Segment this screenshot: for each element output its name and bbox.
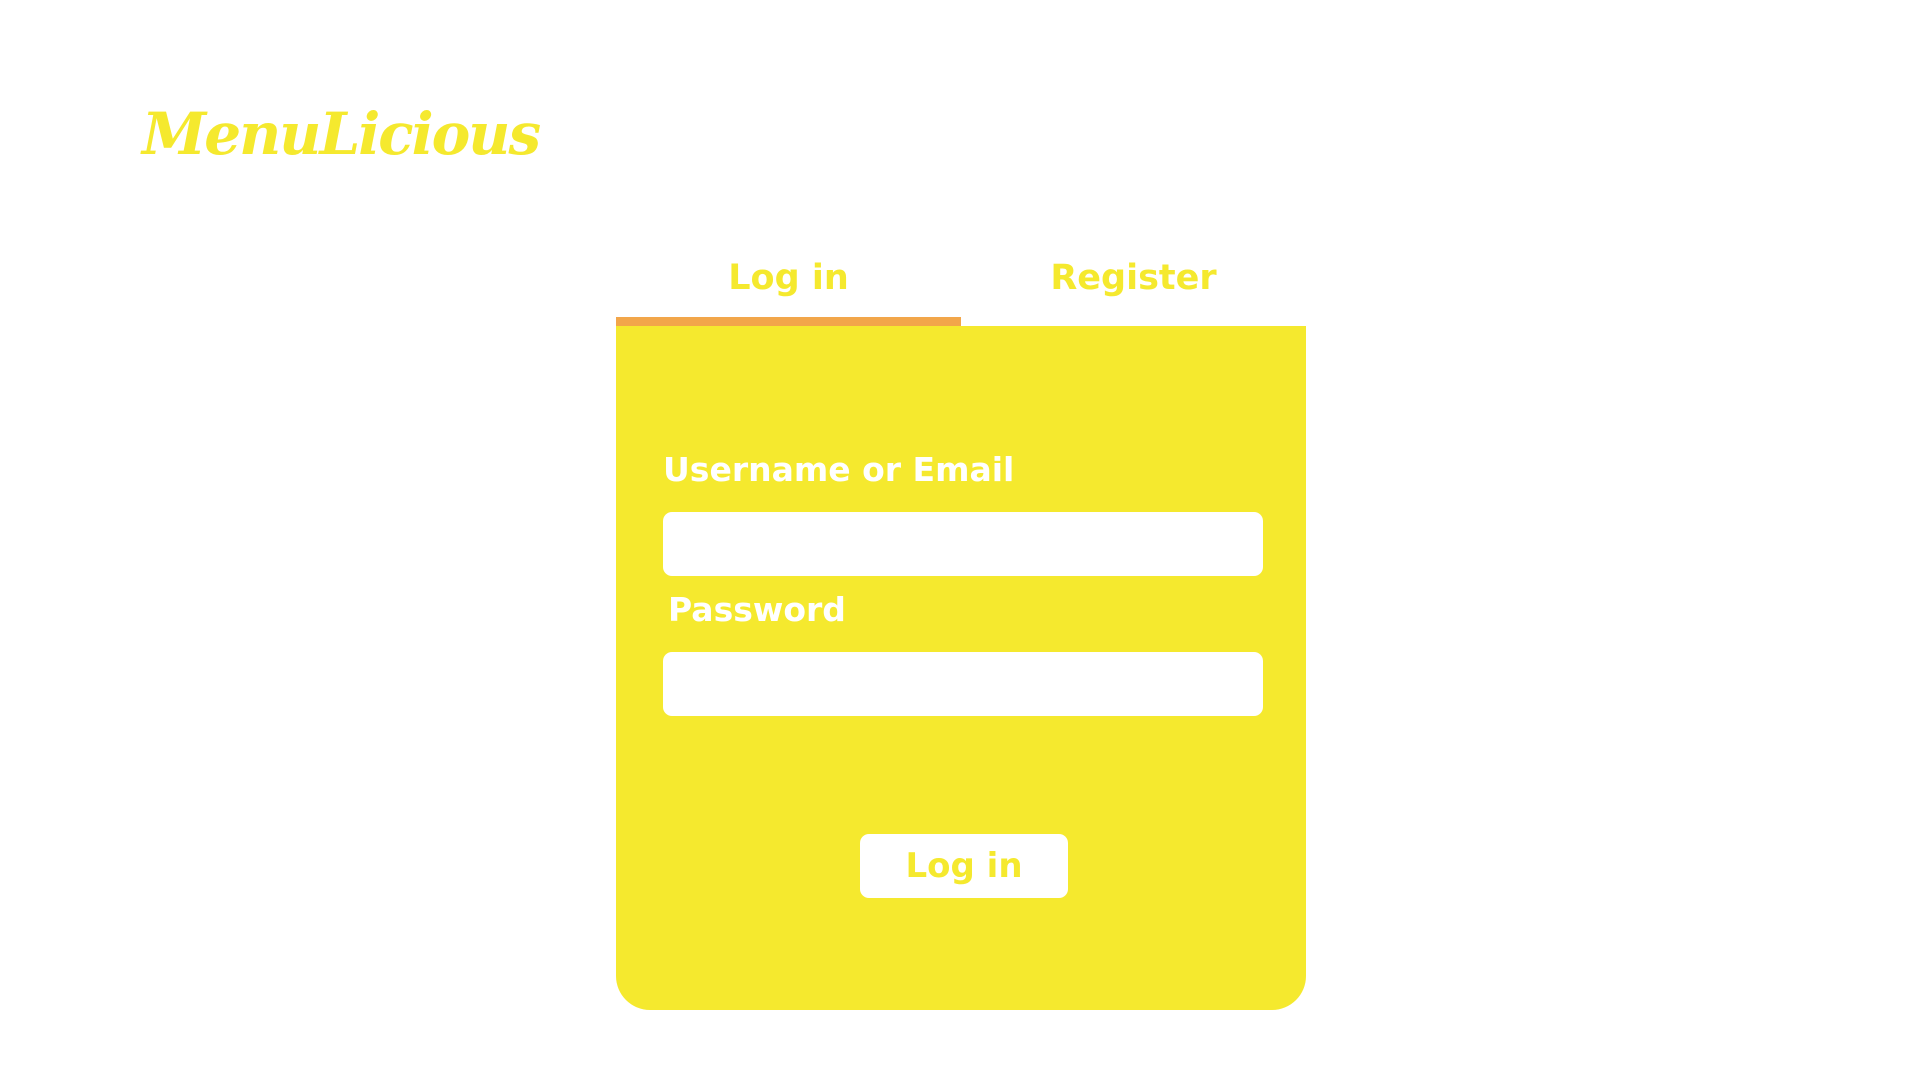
auth-tabs: Log in Register (616, 248, 1306, 326)
login-form-card: Username or Email Password Log in (616, 326, 1306, 1010)
login-page: MenuLicious Log in Register Username or … (0, 0, 1920, 1080)
username-label: Username or Email (663, 450, 1015, 489)
username-field[interactable] (663, 512, 1263, 576)
password-field[interactable] (663, 652, 1263, 716)
tab-register-label: Register (1050, 258, 1217, 298)
tab-log-in-label: Log in (728, 258, 849, 298)
tab-log-in[interactable]: Log in (616, 248, 961, 326)
log-in-button[interactable]: Log in (860, 834, 1068, 898)
tab-register[interactable]: Register (961, 248, 1306, 326)
active-tab-indicator (616, 317, 961, 326)
brand-logo: MenuLicious (142, 100, 541, 168)
password-label: Password (668, 590, 846, 629)
